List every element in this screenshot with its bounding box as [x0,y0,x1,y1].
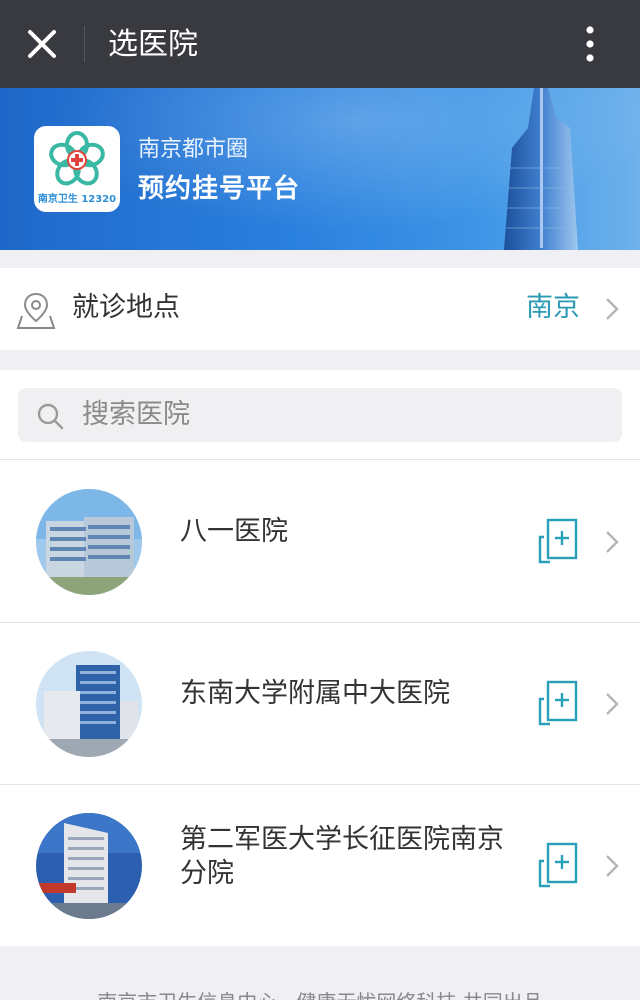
banner: 南京卫生 12320 南京都市圈 预约挂号平台 [0,88,640,250]
hospital-photo [36,489,142,595]
map-pin-icon [16,292,56,329]
section-gap [0,350,640,370]
search-placeholder: 搜索医院 [82,399,190,430]
chevron-right-icon [606,693,619,715]
platform-logo: 南京卫生 12320 [34,126,120,212]
hospital-photo [36,651,142,757]
search-icon [37,403,64,430]
hospital-photo [36,813,142,919]
register-icon[interactable] [538,679,584,727]
more-vertical-icon[interactable] [574,24,606,64]
flower-logo-icon [49,131,105,186]
chevron-right-icon [606,855,619,877]
banner-title: 预约挂号平台 [138,174,301,204]
register-icon[interactable] [538,517,584,565]
hospital-name: 第二军医大学长征医院南京分院 [180,824,504,889]
logo-caption: 南京卫生 12320 [37,194,117,205]
section-gap [0,250,640,268]
location-value[interactable]: 南京 [526,288,580,328]
hospital-name: 八一医院 [180,516,288,547]
footer-text: 南京市卫生信息中心 · 健康无忧网络科技 共同出品 [0,986,640,1000]
hospital-name: 东南大学附属中大医院 [180,678,450,709]
skyscraper-illustration [504,88,578,250]
hospital-item[interactable]: 东南大学附属中大医院 [0,623,640,785]
banner-subtitle: 南京都市圈 [138,137,249,162]
page-title: 选医院 [108,27,198,62]
close-icon[interactable] [22,24,62,64]
search-input[interactable]: 搜索医院 [18,388,622,442]
title-bar: 选医院 [0,0,640,88]
search-section: 搜索医院 [0,370,640,460]
location-label: 就诊地点 [72,292,180,323]
chevron-right-icon [606,298,619,320]
register-icon[interactable] [538,841,584,889]
footer: 南京市卫生信息中心 · 健康无忧网络科技 共同出品 [0,946,640,1000]
title-divider [84,26,85,62]
location-row[interactable]: 就诊地点 南京 [0,268,640,350]
chevron-right-icon [606,531,619,553]
hospital-item[interactable]: 第二军医大学长征医院南京分院 [0,785,640,947]
hospital-item[interactable]: 八一医院 [0,461,640,623]
